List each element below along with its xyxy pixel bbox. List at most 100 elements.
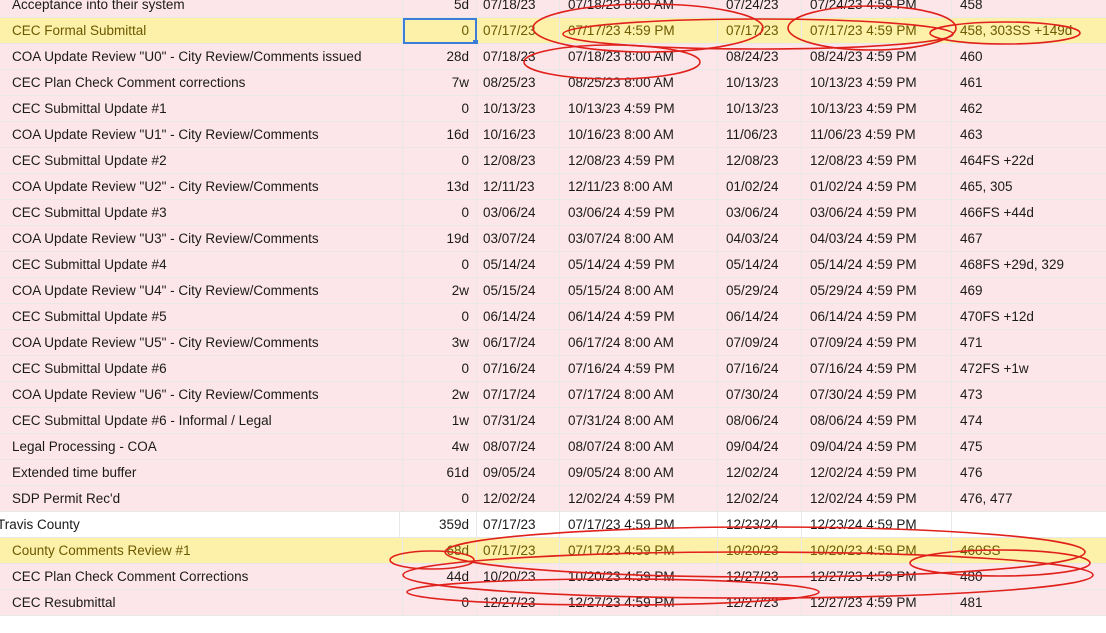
- end-date-cell[interactable]: 10/13/23: [718, 70, 802, 95]
- start-time-cell[interactable]: 06/17/24 8:00 AM: [560, 330, 718, 355]
- end-date-cell[interactable]: 05/14/24: [718, 252, 802, 277]
- predecessors-cell[interactable]: 460SS: [952, 538, 1106, 563]
- end-date-cell[interactable]: 07/16/24: [718, 356, 802, 381]
- end-time-cell[interactable]: 12/02/24 4:59 PM: [802, 460, 952, 485]
- duration-cell[interactable]: 28d: [403, 44, 477, 69]
- end-time-cell[interactable]: 12/02/24 4:59 PM: [802, 486, 952, 511]
- end-date-cell[interactable]: 09/04/24: [718, 434, 802, 459]
- start-date-cell[interactable]: 03/06/24: [477, 200, 560, 225]
- end-time-cell[interactable]: 10/20/23 4:59 PM: [802, 538, 952, 563]
- duration-cell[interactable]: 0: [403, 148, 477, 173]
- duration-cell[interactable]: 3w: [403, 330, 477, 355]
- predecessors-cell[interactable]: 462: [952, 96, 1106, 121]
- predecessors-cell[interactable]: 474: [952, 408, 1106, 433]
- predecessors-cell[interactable]: 480: [952, 564, 1106, 589]
- table-row[interactable]: Acceptance into their system 5d 07/18/23 07…: [0, 0, 1106, 18]
- task-cell[interactable]: CEC Submittal Update #6: [0, 356, 403, 381]
- start-date-cell[interactable]: 08/25/23: [477, 70, 560, 95]
- end-time-cell[interactable]: 12/08/23 4:59 PM: [802, 148, 952, 173]
- end-date-cell[interactable]: 12/27/23: [718, 564, 802, 589]
- duration-cell[interactable]: 0: [403, 590, 477, 615]
- duration-cell[interactable]: 61d: [403, 460, 477, 485]
- task-cell[interactable]: Travis County: [0, 512, 400, 537]
- task-cell[interactable]: COA Update Review "U4" - City Review/Com…: [0, 278, 403, 303]
- task-cell[interactable]: CEC Submittal Update #4: [0, 252, 403, 277]
- predecessors-cell[interactable]: 472FS +1w: [952, 356, 1106, 381]
- predecessors-cell[interactable]: 481: [952, 590, 1106, 615]
- start-date-cell[interactable]: 06/17/24: [477, 330, 560, 355]
- predecessors-cell[interactable]: 476, 477: [952, 486, 1106, 511]
- end-date-cell[interactable]: 10/13/23: [718, 96, 802, 121]
- start-time-cell[interactable]: 12/27/23 4:59 PM: [560, 590, 718, 615]
- duration-cell[interactable]: 2w: [403, 382, 477, 407]
- start-time-cell[interactable]: 08/25/23 8:00 AM: [560, 70, 718, 95]
- table-row[interactable]: CEC Resubmittal 0 12/27/23 12/27/23 4:59 PM…: [0, 590, 1106, 616]
- start-date-cell[interactable]: 07/17/24: [477, 382, 560, 407]
- table-row[interactable]: CEC Plan Check Comment corrections 7w 08/2…: [0, 70, 1106, 96]
- task-cell[interactable]: CEC Submittal Update #5: [0, 304, 403, 329]
- start-time-cell[interactable]: 10/13/23 4:59 PM: [560, 96, 718, 121]
- start-time-cell[interactable]: 05/15/24 8:00 AM: [560, 278, 718, 303]
- start-date-cell[interactable]: 07/18/23: [477, 0, 560, 17]
- table-row[interactable]: Extended time buffer 61d 09/05/24 09/05/24 …: [0, 460, 1106, 486]
- start-time-cell[interactable]: 07/16/24 4:59 PM: [560, 356, 718, 381]
- predecessors-cell[interactable]: 460: [952, 44, 1106, 69]
- end-date-cell[interactable]: 12/23/24: [718, 512, 802, 537]
- duration-cell[interactable]: 44d: [403, 564, 477, 589]
- start-date-cell[interactable]: 07/18/23: [477, 44, 560, 69]
- table-row[interactable]: CEC Submittal Update #2 0 12/08/23 12/08/23…: [0, 148, 1106, 174]
- start-time-cell[interactable]: 07/17/23 4:59 PM: [560, 538, 718, 563]
- table-row[interactable]: CEC Plan Check Comment Corrections 44d 10/…: [0, 564, 1106, 590]
- start-time-cell[interactable]: 07/17/24 8:00 AM: [560, 382, 718, 407]
- duration-cell[interactable]: 0: [403, 304, 477, 329]
- start-date-cell[interactable]: 05/15/24: [477, 278, 560, 303]
- table-row[interactable]: CEC Formal Submittal 0 07/17/23 07/17/23 4:…: [0, 18, 1106, 45]
- table-row[interactable]: CEC Submittal Update #6 0 07/16/24 07/16/24…: [0, 356, 1106, 382]
- task-cell[interactable]: CEC Submittal Update #1: [0, 96, 403, 121]
- end-date-cell[interactable]: 11/06/23: [718, 122, 802, 147]
- start-date-cell[interactable]: 07/31/24: [477, 408, 560, 433]
- table-row[interactable]: CEC Submittal Update #3 0 03/06/24 03/06/24…: [0, 200, 1106, 226]
- end-date-cell[interactable]: 07/30/24: [718, 382, 802, 407]
- table-row[interactable]: CEC Submittal Update #4 0 05/14/24 05/14/24…: [0, 252, 1106, 278]
- task-cell[interactable]: COA Update Review "U0" - City Review/Com…: [0, 44, 403, 69]
- table-row[interactable]: SDP Permit Rec'd 0 12/02/24 12/02/24 4:59 P…: [0, 486, 1106, 512]
- duration-cell[interactable]: 19d: [403, 226, 477, 251]
- task-cell[interactable]: Legal Processing - COA: [0, 434, 403, 459]
- task-cell[interactable]: CEC Submittal Update #6 - Informal / Leg…: [0, 408, 403, 433]
- duration-cell[interactable]: 5d: [403, 0, 477, 17]
- end-time-cell[interactable]: 12/23/24 4:59 PM: [802, 512, 952, 537]
- task-cell[interactable]: COA Update Review "U3" - City Review/Com…: [0, 226, 403, 251]
- start-time-cell[interactable]: 10/20/23 4:59 PM: [560, 564, 718, 589]
- table-row[interactable]: CEC Submittal Update #1 0 10/13/23 10/13/23…: [0, 96, 1106, 122]
- end-date-cell[interactable]: 03/06/24: [718, 200, 802, 225]
- end-time-cell[interactable]: 12/27/23 4:59 PM: [802, 590, 952, 615]
- predecessors-cell[interactable]: 464FS +22d: [952, 148, 1106, 173]
- start-time-cell[interactable]: 07/31/24 8:00 AM: [560, 408, 718, 433]
- predecessors-cell[interactable]: [952, 512, 1106, 537]
- end-time-cell[interactable]: 07/09/24 4:59 PM: [802, 330, 952, 355]
- task-cell[interactable]: COA Update Review "U6" - City Review/Com…: [0, 382, 403, 407]
- end-time-cell[interactable]: 08/06/24 4:59 PM: [802, 408, 952, 433]
- predecessors-cell[interactable]: 463: [952, 122, 1106, 147]
- end-time-cell[interactable]: 07/30/24 4:59 PM: [802, 382, 952, 407]
- duration-cell[interactable]: 2w: [403, 278, 477, 303]
- table-row[interactable]: COA Update Review "U6" - City Review/Com…: [0, 382, 1106, 408]
- predecessors-cell[interactable]: 468FS +29d, 329: [952, 252, 1106, 277]
- end-time-cell[interactable]: 05/14/24 4:59 PM: [802, 252, 952, 277]
- end-date-cell[interactable]: 07/24/23: [718, 0, 802, 17]
- start-date-cell[interactable]: 10/13/23: [477, 96, 560, 121]
- predecessors-cell[interactable]: 458: [952, 0, 1106, 17]
- duration-cell[interactable]: 0: [403, 486, 477, 511]
- predecessors-cell[interactable]: 467: [952, 226, 1106, 251]
- end-date-cell[interactable]: 01/02/24: [718, 174, 802, 199]
- duration-cell[interactable]: 0: [403, 96, 477, 121]
- start-date-cell[interactable]: 08/07/24: [477, 434, 560, 459]
- end-date-cell[interactable]: 05/29/24: [718, 278, 802, 303]
- start-time-cell[interactable]: 12/08/23 4:59 PM: [560, 148, 718, 173]
- task-cell[interactable]: CEC Formal Submittal: [0, 18, 403, 43]
- start-time-cell[interactable]: 03/06/24 4:59 PM: [560, 200, 718, 225]
- start-time-cell[interactable]: 12/02/24 4:59 PM: [560, 486, 718, 511]
- duration-cell[interactable]: 0: [403, 200, 477, 225]
- end-date-cell[interactable]: 08/24/23: [718, 44, 802, 69]
